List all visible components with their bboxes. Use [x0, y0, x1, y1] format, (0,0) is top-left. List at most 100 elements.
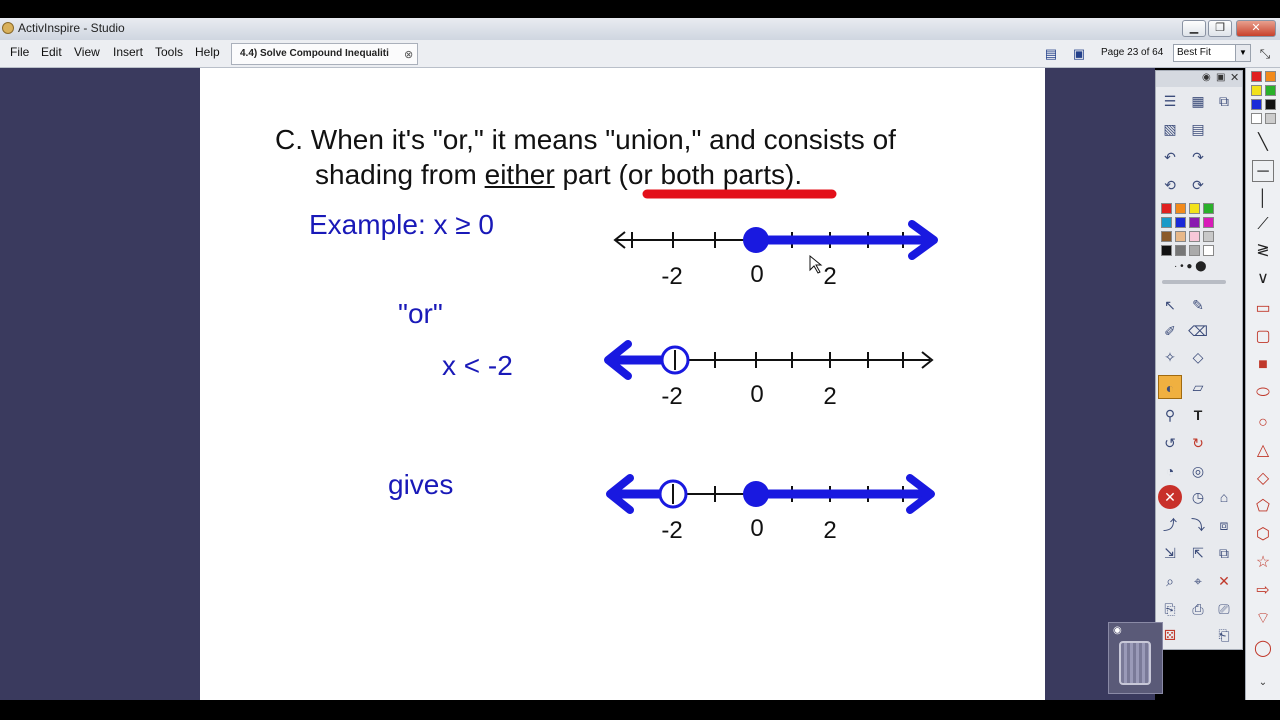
tool-e-icon[interactable]: ⇱ — [1186, 541, 1210, 565]
previous-page-icon[interactable]: ↶ — [1158, 145, 1182, 169]
ring-icon[interactable]: ◯ — [1252, 638, 1274, 660]
color-swatch-light-grey[interactable] — [1189, 245, 1200, 256]
open-flipchart-icon[interactable]: ▤ — [1186, 117, 1210, 141]
tool-j-icon[interactable]: ⎘ — [1158, 597, 1182, 621]
document-tab[interactable]: 4.4) Solve Compound Inequaliti ⊗ — [231, 43, 418, 65]
ellipse-icon[interactable]: ⬭ — [1252, 382, 1274, 404]
shape-color-white[interactable] — [1251, 113, 1262, 124]
main-menu-icon[interactable]: ☰ — [1158, 89, 1182, 113]
fill-icon[interactable]: ◐ — [1158, 375, 1182, 399]
tool-k-icon[interactable]: ⎙ — [1186, 597, 1210, 621]
pen-width-dots-icon[interactable]: · • ● ⬤ — [1174, 261, 1206, 272]
square-icon[interactable]: ■ — [1252, 354, 1274, 376]
color-swatch-cyan[interactable] — [1161, 217, 1172, 228]
close-window-button[interactable]: ✕ — [1236, 20, 1276, 37]
menu-help[interactable]: Help — [195, 45, 220, 59]
callout-icon[interactable]: ⌔ — [1252, 608, 1274, 630]
line-vertical-icon[interactable]: │ — [1252, 188, 1274, 210]
clipboard-icon[interactable]: ⎗ — [1212, 623, 1236, 647]
chevron-down-icon[interactable]: ▼ — [1235, 45, 1250, 61]
shape-color-black[interactable] — [1265, 99, 1276, 110]
eraser-icon[interactable]: ⌫ — [1186, 319, 1210, 343]
color-swatch-green[interactable] — [1203, 203, 1214, 214]
page-browser-icon[interactable]: ▤ — [1043, 46, 1059, 62]
tool-h-icon[interactable]: ⌖ — [1186, 569, 1210, 593]
circle-icon[interactable]: ○ — [1252, 412, 1274, 434]
trash-can[interactable]: ◉ — [1108, 622, 1163, 694]
color-swatch-yellow[interactable] — [1189, 203, 1200, 214]
freeform-line-icon[interactable]: ⟋ — [1252, 214, 1274, 236]
tool-f-icon[interactable]: ⧉ — [1212, 541, 1236, 565]
color-swatch-white[interactable] — [1203, 245, 1214, 256]
color-swatch-pink[interactable] — [1189, 231, 1200, 242]
color-swatch-grey[interactable] — [1203, 231, 1214, 242]
reset-page-icon[interactable]: ⟲ — [1158, 173, 1182, 197]
color-swatch-magenta[interactable] — [1203, 217, 1214, 228]
arrow-right-icon[interactable]: ⇨ — [1252, 580, 1274, 602]
close-tab-icon[interactable]: ⊗ — [404, 48, 413, 61]
shape-icon[interactable]: ▱ — [1186, 375, 1210, 399]
shape-recognition-icon[interactable]: ◇ — [1186, 345, 1210, 369]
flipchart-page[interactable]: C. When it's "or," it means "union," and… — [200, 68, 1045, 700]
revealer-icon[interactable]: ◔ — [1158, 459, 1182, 483]
maximize-button[interactable]: ❐ — [1208, 20, 1232, 37]
color-swatch-purple[interactable] — [1189, 217, 1200, 228]
color-swatch-brown[interactable] — [1161, 231, 1172, 242]
zigzag-icon[interactable]: ≷ — [1252, 240, 1274, 262]
toolbox-pin-icon[interactable]: ◉ — [1202, 72, 1211, 83]
color-swatch-black[interactable] — [1161, 245, 1172, 256]
menu-edit[interactable]: Edit — [41, 45, 62, 59]
magic-ink-icon[interactable]: ✧ — [1158, 345, 1182, 369]
shape-color-grey[interactable] — [1265, 113, 1276, 124]
next-page-icon[interactable]: ↷ — [1186, 145, 1210, 169]
menu-view[interactable]: View — [74, 45, 100, 59]
minimize-button[interactable]: ▁ — [1182, 20, 1206, 37]
select-icon[interactable]: ↖ — [1158, 293, 1182, 317]
tool-d-icon[interactable]: ⇲ — [1158, 541, 1182, 565]
camera-icon[interactable]: ⌂ — [1212, 485, 1236, 509]
diamond-icon[interactable]: ◇ — [1252, 468, 1274, 490]
fullscreen-icon[interactable]: ⤡ — [1257, 46, 1273, 62]
shape-color-red[interactable] — [1251, 71, 1262, 82]
shape-color-blue[interactable] — [1251, 99, 1262, 110]
menu-insert[interactable]: Insert — [113, 45, 143, 59]
star-icon[interactable]: ☆ — [1252, 552, 1274, 574]
color-swatch-blue[interactable] — [1175, 217, 1186, 228]
color-swatch-tan[interactable] — [1175, 231, 1186, 242]
clock-icon[interactable]: ◷ — [1186, 485, 1210, 509]
shape-color-yellow[interactable] — [1251, 85, 1262, 96]
hexagon-icon[interactable]: ⬡ — [1252, 524, 1274, 546]
line-diagonal-icon[interactable]: ╲ — [1252, 132, 1274, 154]
toolbox-close-icon[interactable]: ✕ — [1230, 71, 1239, 84]
zoom-select[interactable]: Best Fit ▼ — [1173, 44, 1251, 62]
tool-l-icon[interactable]: ⎚ — [1212, 597, 1236, 621]
switch-profile-icon[interactable]: ⧉ — [1212, 89, 1236, 113]
pentagon-icon[interactable]: ⬠ — [1252, 496, 1274, 518]
color-swatch-red[interactable] — [1161, 203, 1172, 214]
clear-icon[interactable]: ✕ — [1158, 485, 1182, 509]
check-line-icon[interactable]: ∨ — [1252, 268, 1274, 290]
pen-icon[interactable]: ✎ — [1186, 293, 1210, 317]
redo-icon[interactable]: ↻ — [1186, 431, 1210, 455]
scroll-down-icon[interactable]: ⌄ — [1252, 672, 1274, 694]
rectangle-icon[interactable]: ▭ — [1252, 298, 1274, 320]
rounded-rectangle-icon[interactable]: ▢ — [1252, 326, 1274, 348]
triangle-icon[interactable]: △ — [1252, 440, 1274, 462]
tool-i-icon[interactable]: ✕ — [1212, 569, 1236, 593]
new-flipchart-icon[interactable]: ▧ — [1158, 117, 1182, 141]
page-extender-icon[interactable]: ⟳ — [1186, 173, 1210, 197]
tool-g-icon[interactable]: ⌕ — [1158, 569, 1182, 593]
color-swatch-dark-grey[interactable] — [1175, 245, 1186, 256]
spotlight-icon[interactable]: ◎ — [1186, 459, 1210, 483]
line-horizontal-icon[interactable]: ─ — [1252, 160, 1274, 182]
highlighter-icon[interactable]: ✐ — [1158, 319, 1182, 343]
connector-icon[interactable]: ⚲ — [1158, 403, 1182, 427]
browsers-icon[interactable]: ▦ — [1186, 89, 1210, 113]
tool-c-icon[interactable]: ⧈ — [1212, 513, 1236, 537]
trash-pin-icon[interactable]: ◉ — [1113, 625, 1122, 636]
undo-icon[interactable]: ↺ — [1158, 431, 1182, 455]
menu-tools[interactable]: Tools — [155, 45, 183, 59]
shape-color-orange[interactable] — [1265, 71, 1276, 82]
tool-b-icon[interactable]: ⤵ — [1186, 513, 1210, 537]
page-thumb-icon[interactable]: ▣ — [1071, 46, 1087, 62]
